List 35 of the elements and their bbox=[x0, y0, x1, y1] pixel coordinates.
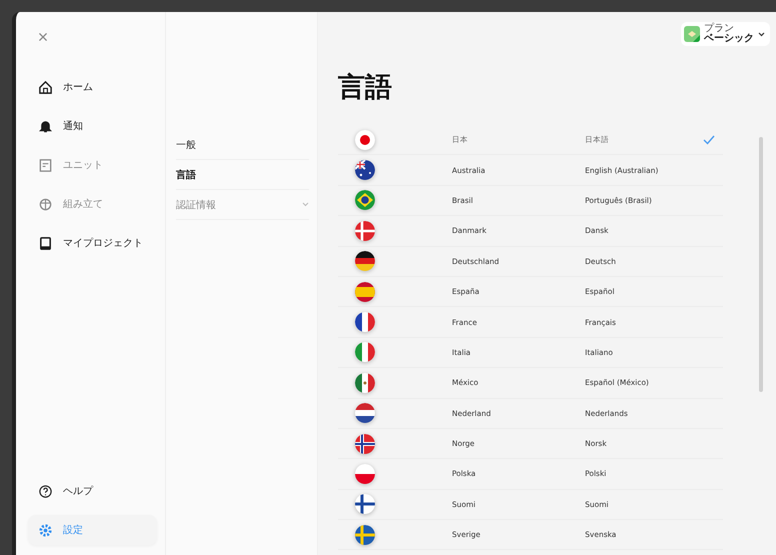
sidebar-item[interactable]: マイプロジェクト bbox=[28, 228, 157, 258]
au-flag-icon bbox=[355, 160, 375, 180]
page-title: 言語 bbox=[338, 71, 392, 105]
home-icon bbox=[38, 80, 53, 94]
bell-icon bbox=[38, 118, 53, 134]
no-flag-icon bbox=[355, 434, 375, 454]
tablet-icon bbox=[38, 236, 53, 250]
pl-flag-icon bbox=[355, 464, 375, 484]
document-icon bbox=[38, 158, 53, 172]
settings-icon bbox=[38, 522, 53, 538]
nl-flag-icon bbox=[355, 403, 375, 424]
scrollbar[interactable] bbox=[759, 137, 763, 392]
jp-flag-icon bbox=[355, 130, 375, 150]
menu-dropdown[interactable]: 認証情報 bbox=[176, 190, 309, 220]
plan-icon bbox=[684, 26, 700, 42]
checkmark-icon bbox=[703, 134, 715, 145]
sidebar-item[interactable]: ホーム bbox=[28, 72, 157, 102]
help-icon bbox=[38, 484, 53, 498]
chevron-down-icon bbox=[302, 202, 309, 207]
it-flag-icon bbox=[355, 342, 375, 362]
sidebar-item[interactable]: 通知 bbox=[28, 111, 157, 141]
dk-flag-icon bbox=[355, 220, 375, 241]
fi-flag-icon bbox=[355, 494, 375, 514]
menu-item[interactable]: 一般 bbox=[176, 130, 309, 160]
menu-item[interactable]: 言語 bbox=[176, 160, 309, 190]
es-flag-icon bbox=[355, 282, 375, 302]
de-flag-icon bbox=[355, 251, 375, 272]
mx-flag-icon bbox=[355, 372, 375, 393]
se-flag-icon bbox=[355, 524, 375, 545]
chevron-down-icon bbox=[758, 32, 765, 36]
sidebar-item[interactable]: ヘルプ bbox=[28, 476, 157, 506]
cube-icon bbox=[38, 196, 53, 212]
fr-flag-icon bbox=[355, 312, 375, 332]
plan-selector[interactable]: プラン ベーシック bbox=[681, 22, 770, 46]
br-flag-icon bbox=[355, 190, 375, 210]
